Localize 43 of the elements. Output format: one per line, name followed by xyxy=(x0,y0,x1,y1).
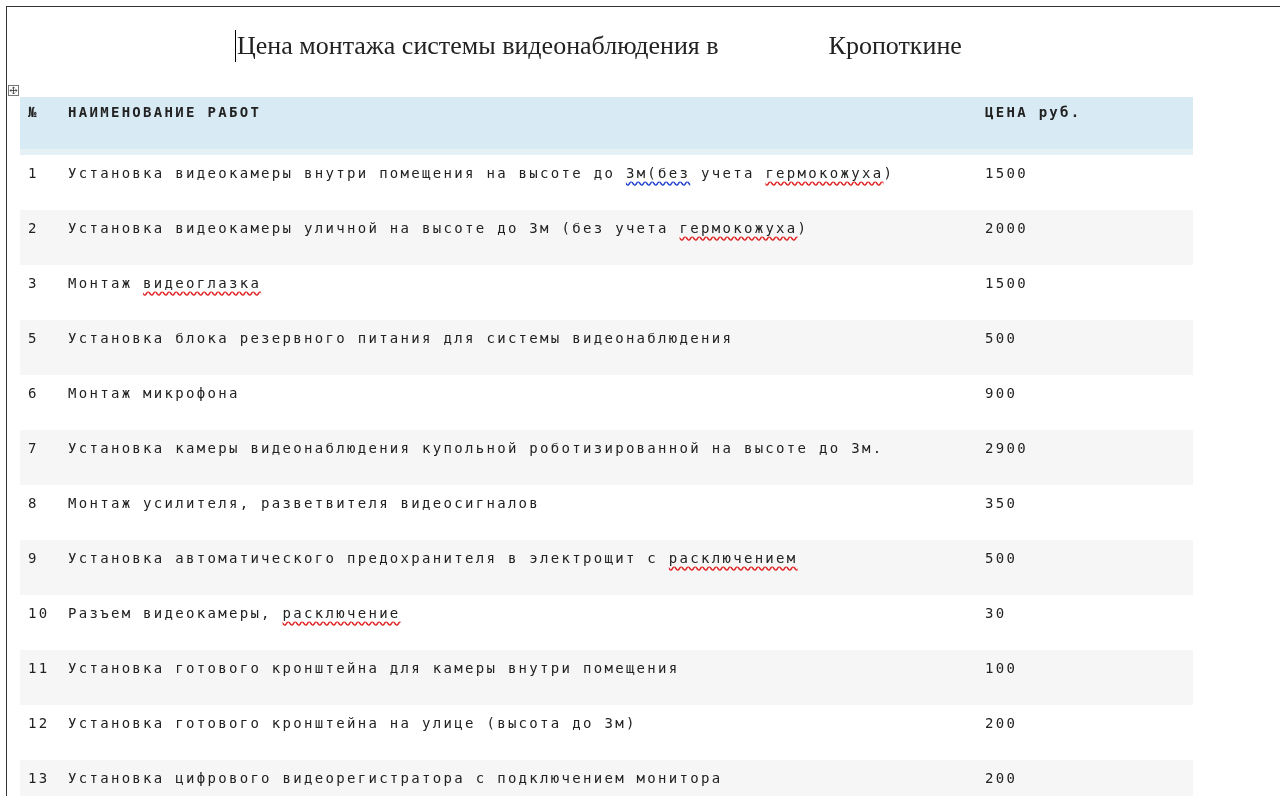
table-cell-text: Установка камеры видеонаблюдения купольной роботизированной на высоте до 3м. xyxy=(67,440,885,456)
table-cell-text: 12 xyxy=(27,715,51,731)
table-cell-text: Установка готового кронштейна для камеры внутри помещения xyxy=(67,660,681,676)
table-cell-text: 2900 xyxy=(984,440,1029,456)
table-cell-text: Монтаж микрофона xyxy=(67,385,241,401)
table-cell-text: 3 xyxy=(27,275,40,291)
table-cell-text: Установка цифрового видеорегистратора с подключением монитора xyxy=(67,770,724,786)
table-cell-text: 350 xyxy=(984,495,1019,511)
table-cell-text: 2 xyxy=(27,220,40,236)
table-cell-text: Установка готового кронштейна на улице (высота до 3м) xyxy=(67,715,638,731)
table-cell-text: 30 xyxy=(984,605,1008,621)
table-cell-text: 500 xyxy=(984,550,1019,566)
document-title: Цена монтажа системы видеонаблюдения в xyxy=(237,31,719,61)
table-cell-text: Монтаж усилителя, разветвителя видеосигналов xyxy=(67,495,542,511)
table-cell-text: 6 xyxy=(27,385,40,401)
table-move-handle-icon[interactable] xyxy=(8,85,19,96)
table-cell-text: 13 xyxy=(27,770,51,786)
table-cell-text: Установка блока резервного питания для системы видеонаблюдения xyxy=(67,330,735,346)
table-cell-text: 500 xyxy=(984,330,1019,346)
table-cell-text: 10 xyxy=(27,605,51,621)
table-cell-text: Разъем видеокамеры, расключение xyxy=(67,605,402,621)
table-cell-text: 2000 xyxy=(984,220,1029,236)
table-cell-text: 8 xyxy=(27,495,40,511)
document-title: Кропоткине xyxy=(828,31,962,61)
table-cell-text: 7 xyxy=(27,440,40,456)
text-cursor xyxy=(235,30,236,62)
table-cell-text: 11 xyxy=(27,660,51,676)
table-cell-text: 5 xyxy=(27,330,40,346)
table-cell-text: 1 xyxy=(27,165,40,181)
table-cell-text: 900 xyxy=(984,385,1019,401)
column-header: № xyxy=(27,104,40,120)
table-cell-text: Установка видеокамеры внутри помещения на высоте до 3м(без учета гермокожуха) xyxy=(67,165,896,181)
table-cell-text: 9 xyxy=(27,550,40,566)
table-cell-text: 1500 xyxy=(984,165,1029,181)
table-cell-text: 200 xyxy=(984,715,1019,731)
table-cell-text: Монтаж видеоглазка xyxy=(67,275,263,291)
table-cell-text: 200 xyxy=(984,770,1019,786)
table-cell-text: 100 xyxy=(984,660,1019,676)
column-header: ЦЕНА руб. xyxy=(984,104,1083,120)
table-cell-text: 1500 xyxy=(984,275,1029,291)
table-cell-text: Установка видеокамеры уличной на высоте до 3м (без учета гермокожуха) xyxy=(67,220,810,236)
column-header: НАИМЕНОВАНИЕ РАБОТ xyxy=(67,104,263,120)
table-cell-text: Установка автоматического предохранителя в электрощит с расключением xyxy=(67,550,799,566)
